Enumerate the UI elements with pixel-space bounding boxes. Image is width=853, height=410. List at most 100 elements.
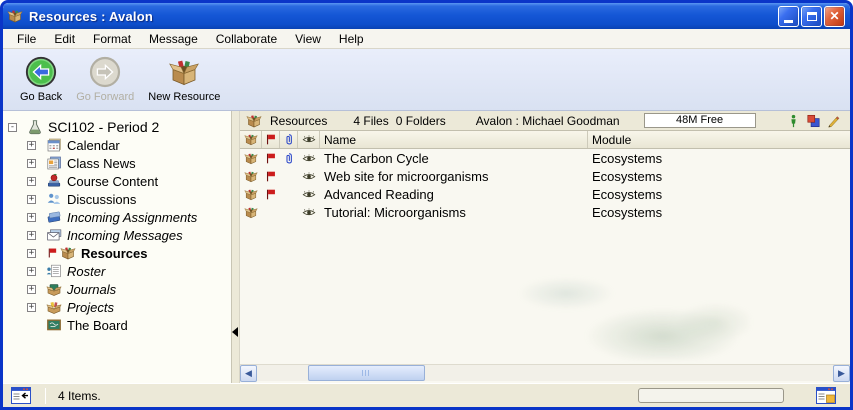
tree-item[interactable]: + The Board [3, 316, 231, 334]
tree-item[interactable]: + Resources [3, 244, 231, 262]
resources-icon [246, 113, 262, 129]
tree-item-label: Incoming Messages [67, 228, 183, 243]
window-title: Resources : Avalon [29, 9, 776, 24]
flag-icon [264, 151, 278, 166]
title-bar[interactable]: Resources : Avalon ✕ [3, 3, 850, 29]
table-row[interactable]: Web site for microorganisms Ecosystems [240, 167, 850, 185]
menu-item[interactable]: File [8, 30, 45, 48]
column-flag[interactable] [262, 131, 280, 148]
expand-icon[interactable]: + [27, 195, 36, 204]
resources-panel: Resources 4 Files 0 Folders Avalon : Mic… [240, 111, 850, 383]
close-button[interactable]: ✕ [824, 6, 845, 27]
squares-icon[interactable] [807, 114, 820, 128]
tree-item[interactable]: + Journals [3, 280, 231, 298]
visibility-icon [302, 187, 316, 202]
menu-item[interactable]: View [286, 30, 330, 48]
attachment-icon [282, 151, 296, 166]
expand-icon[interactable]: + [27, 141, 36, 150]
tree-item[interactable]: + Incoming Assignments [3, 208, 231, 226]
expand-icon[interactable]: + [27, 159, 36, 168]
expand-icon[interactable]: + [27, 231, 36, 240]
panel-splitter[interactable] [232, 111, 240, 383]
status-bar: 4 Items. [3, 383, 850, 407]
projects-icon [46, 299, 62, 315]
tree-item[interactable]: + Course Content [3, 172, 231, 190]
board-icon [46, 317, 62, 333]
item-count-text: 4 Items. [58, 389, 101, 403]
tree-item-label: Class News [67, 156, 136, 171]
menu-item[interactable]: Format [84, 30, 140, 48]
table-row[interactable]: Tutorial: Microorganisms Ecosystems [240, 203, 850, 221]
menu-item[interactable]: Edit [45, 30, 84, 48]
column-module[interactable]: Module [588, 131, 850, 148]
news-icon [46, 155, 62, 171]
assignments-icon [46, 209, 62, 225]
go-forward-button: Go Forward [69, 55, 141, 104]
tree-item[interactable]: + Incoming Messages [3, 226, 231, 244]
horizontal-scrollbar: ◀ ▶ [240, 364, 850, 381]
resource-name: Web site for microorganisms [320, 167, 588, 185]
header-tools [787, 114, 840, 128]
column-visibility[interactable] [298, 131, 320, 148]
app-window: Resources : Avalon ✕ FileEditFormatMessa… [0, 0, 853, 410]
resource-module: Ecosystems [588, 203, 850, 221]
collapse-panel-icon[interactable] [232, 327, 238, 337]
expand-icon[interactable]: + [27, 177, 36, 186]
menu-item[interactable]: Message [140, 30, 207, 48]
person-icon[interactable] [787, 114, 800, 128]
table-row[interactable]: The Carbon Cycle Ecosystems [240, 149, 850, 167]
expand-icon[interactable]: + [27, 303, 36, 312]
scroll-right-button[interactable]: ▶ [833, 365, 850, 382]
watermark-image [520, 265, 750, 360]
resource-icon [244, 187, 258, 202]
go-forward-label: Go Forward [76, 91, 134, 103]
messages-icon [46, 227, 62, 243]
menu-bar: FileEditFormatMessageCollaborateViewHelp [3, 29, 850, 49]
expand-icon[interactable]: + [27, 267, 36, 276]
pencil-icon[interactable] [827, 114, 840, 128]
folder-title: Resources [270, 114, 327, 128]
tree-root-label: SCI102 - Period 2 [48, 119, 159, 135]
toolbar: Go Back Go Forward New Resource [3, 49, 850, 111]
resource-module: Ecosystems [588, 149, 850, 167]
toggle-tree-panel-button[interactable] [11, 387, 31, 404]
minimize-button[interactable] [778, 6, 799, 27]
flag-icon [46, 245, 59, 261]
new-resource-icon [168, 56, 200, 88]
flag-icon [264, 187, 278, 202]
column-attachment[interactable] [280, 131, 298, 148]
maximize-button[interactable] [801, 6, 822, 27]
tree-item[interactable]: + Discussions [3, 190, 231, 208]
visibility-icon [302, 205, 316, 220]
tree-item-label: Incoming Assignments [67, 210, 197, 225]
maximize-icon [807, 12, 817, 21]
column-name[interactable]: Name [320, 131, 588, 148]
scrollbar-thumb[interactable] [308, 365, 425, 381]
expand-icon[interactable]: + [27, 249, 36, 258]
journals-icon [46, 281, 62, 297]
scroll-left-button[interactable]: ◀ [240, 365, 257, 382]
menu-item[interactable]: Collaborate [207, 30, 286, 48]
column-type[interactable] [240, 131, 262, 148]
scrollbar-track[interactable] [257, 365, 833, 381]
tree-item[interactable]: + Class News [3, 154, 231, 172]
table-row[interactable]: Advanced Reading Ecosystems [240, 185, 850, 203]
tree-item[interactable]: + Projects [3, 298, 231, 316]
visibility-icon [302, 169, 316, 184]
tree-item[interactable]: + Roster [3, 262, 231, 280]
tree-item[interactable]: + Calendar [3, 136, 231, 154]
new-resource-button[interactable]: New Resource [141, 55, 227, 104]
tree-item-label: Projects [67, 300, 114, 315]
resource-name: Tutorial: Microorganisms [320, 203, 588, 221]
menu-item[interactable]: Help [330, 30, 373, 48]
tree-item-label: The Board [67, 318, 128, 333]
resource-module: Ecosystems [588, 185, 850, 203]
go-back-button[interactable]: Go Back [13, 55, 69, 104]
expand-icon[interactable]: + [27, 285, 36, 294]
layout-view-button[interactable] [816, 387, 836, 404]
expand-icon[interactable]: + [27, 213, 36, 222]
collapse-icon[interactable]: - [8, 123, 17, 132]
paperclip-icon [282, 132, 296, 147]
tree-item-root[interactable]: - SCI102 - Period 2 [3, 118, 231, 136]
close-icon: ✕ [829, 10, 839, 22]
